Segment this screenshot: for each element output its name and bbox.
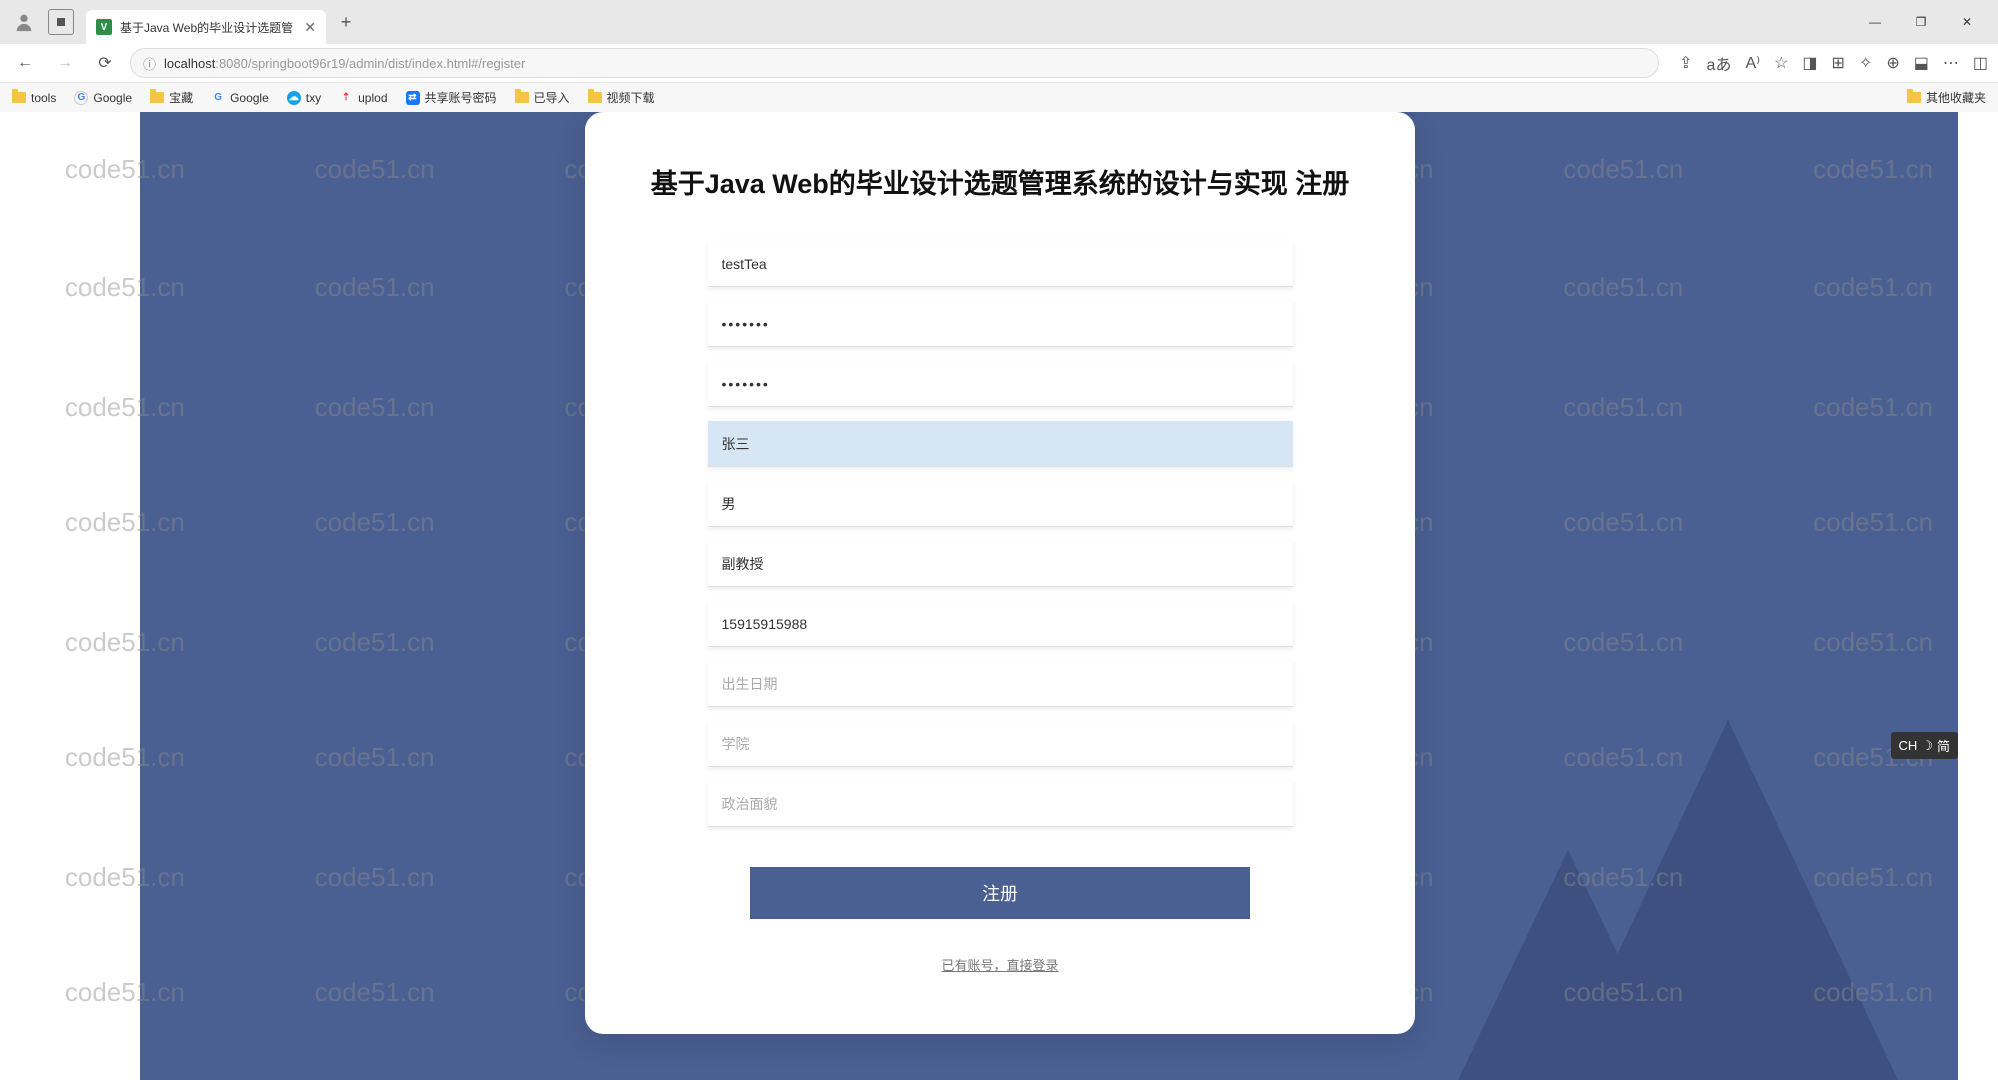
address-bar: ← → ⟳ ⓘ localhost:8080/springboot96r19/a… <box>0 44 1998 82</box>
register-title: 基于Java Web的毕业设计选题管理系统的设计与实现 注册 <box>645 162 1355 201</box>
back-button[interactable]: ← <box>10 48 40 78</box>
browser-chrome: V 基于Java Web的毕业设计选题管 ✕ + — ❐ ✕ ← → ⟳ ⓘ l… <box>0 0 1998 82</box>
profile-avatar[interactable] <box>8 6 40 38</box>
politics-input[interactable] <box>708 781 1293 827</box>
bookmark-other[interactable]: 其他收藏夹 <box>1907 89 1986 106</box>
folder-icon <box>588 92 602 103</box>
password-input[interactable] <box>708 301 1293 347</box>
google-icon: G <box>211 91 225 105</box>
register-form: 注册 已有账号，直接登录 <box>645 241 1355 974</box>
bookmark-baozang[interactable]: 宝藏 <box>150 89 193 106</box>
bookmarks-bar: tools GGoogle 宝藏 GGoogle ☁txy ⇡uplod ⇄共享… <box>0 82 1998 112</box>
gender-input[interactable] <box>708 481 1293 527</box>
refresh-button[interactable]: ⟳ <box>90 48 120 78</box>
read-aloud-icon[interactable]: A⁾ <box>1745 53 1760 73</box>
address-bar-actions: ⇪ aあ A⁾ ☆ ◨ ⊞ ✧ ⊕ ⬓ ⋯ ◫ <box>1679 51 1988 75</box>
new-tab-button[interactable]: + <box>332 8 360 36</box>
site-info-icon[interactable]: ⓘ <box>143 54 156 73</box>
more-icon[interactable]: ⋯ <box>1943 53 1959 73</box>
window-controls: — ❐ ✕ <box>1852 6 1990 38</box>
register-card: 基于Java Web的毕业设计选题管理系统的设计与实现 注册 注册 已有账号，直… <box>585 112 1415 1034</box>
tab-favicon: V <box>96 19 112 35</box>
bookmark-tools[interactable]: tools <box>12 91 56 105</box>
sidebar-icon[interactable]: ◫ <box>1973 53 1988 73</box>
url-host: localhost <box>164 56 215 71</box>
cloud-icon: ☁ <box>287 91 301 105</box>
birthday-input[interactable] <box>708 661 1293 707</box>
tab-title: 基于Java Web的毕业设计选题管 <box>120 19 296 36</box>
bookmark-imported[interactable]: 已导入 <box>515 89 570 106</box>
share-icon: ⇄ <box>406 91 420 105</box>
register-button[interactable]: 注册 <box>750 867 1250 919</box>
folder-icon <box>12 92 26 103</box>
name-input[interactable] <box>708 421 1293 467</box>
phone-input[interactable] <box>708 601 1293 647</box>
favorite-icon[interactable]: ☆ <box>1774 53 1788 73</box>
extensions-icon[interactable]: ⊕ <box>1886 53 1899 73</box>
bookmark-shared[interactable]: ⇄共享账号密码 <box>406 89 497 106</box>
collections-icon[interactable]: ⊞ <box>1832 53 1845 73</box>
bookmark-google[interactable]: GGoogle <box>74 91 132 105</box>
maximize-button[interactable]: ❐ <box>1898 6 1944 38</box>
tab-strip: V 基于Java Web的毕业设计选题管 ✕ + — ❐ ✕ <box>0 0 1998 44</box>
confirm-password-input[interactable] <box>708 361 1293 407</box>
workspaces-icon[interactable] <box>48 9 74 35</box>
bookmark-uplod[interactable]: ⇡uplod <box>339 91 387 105</box>
forward-button: → <box>50 48 80 78</box>
google-icon: G <box>74 91 88 105</box>
bookmark-txy[interactable]: ☁txy <box>287 91 321 105</box>
upload-icon: ⇡ <box>339 91 353 105</box>
user-icon <box>13 11 35 33</box>
bookmark-video[interactable]: 视频下载 <box>588 89 655 106</box>
folder-icon <box>515 92 529 103</box>
moon-icon: ☽ <box>1921 738 1933 754</box>
url-input[interactable]: ⓘ localhost:8080/springboot96r19/admin/d… <box>130 48 1659 78</box>
close-window-button[interactable]: ✕ <box>1944 6 1990 38</box>
folder-icon <box>150 92 164 103</box>
downloads-icon[interactable]: ⬓ <box>1914 53 1929 73</box>
browser-tab[interactable]: V 基于Java Web的毕业设计选题管 ✕ <box>86 10 326 44</box>
favorites-list-icon[interactable]: ✧ <box>1859 53 1872 73</box>
username-input[interactable] <box>708 241 1293 287</box>
text-size-icon[interactable]: aあ <box>1707 51 1732 75</box>
page-content: code51.cncode51.cncode51.cncode51.cncode… <box>0 112 1998 1080</box>
ime-indicator[interactable]: CH ☽ 简 <box>1891 732 1958 759</box>
jobtitle-input[interactable] <box>708 541 1293 587</box>
voice-search-icon[interactable]: ⇪ <box>1679 53 1692 73</box>
folder-icon <box>1907 92 1921 103</box>
login-link[interactable]: 已有账号，直接登录 <box>941 955 1058 974</box>
college-input[interactable] <box>708 721 1293 767</box>
split-screen-icon[interactable]: ◨ <box>1802 53 1817 73</box>
tab-close-icon[interactable]: ✕ <box>304 19 316 36</box>
url-path: :8080/springboot96r19/admin/dist/index.h… <box>215 56 525 71</box>
bookmark-google2[interactable]: GGoogle <box>211 91 269 105</box>
minimize-button[interactable]: — <box>1852 6 1898 38</box>
